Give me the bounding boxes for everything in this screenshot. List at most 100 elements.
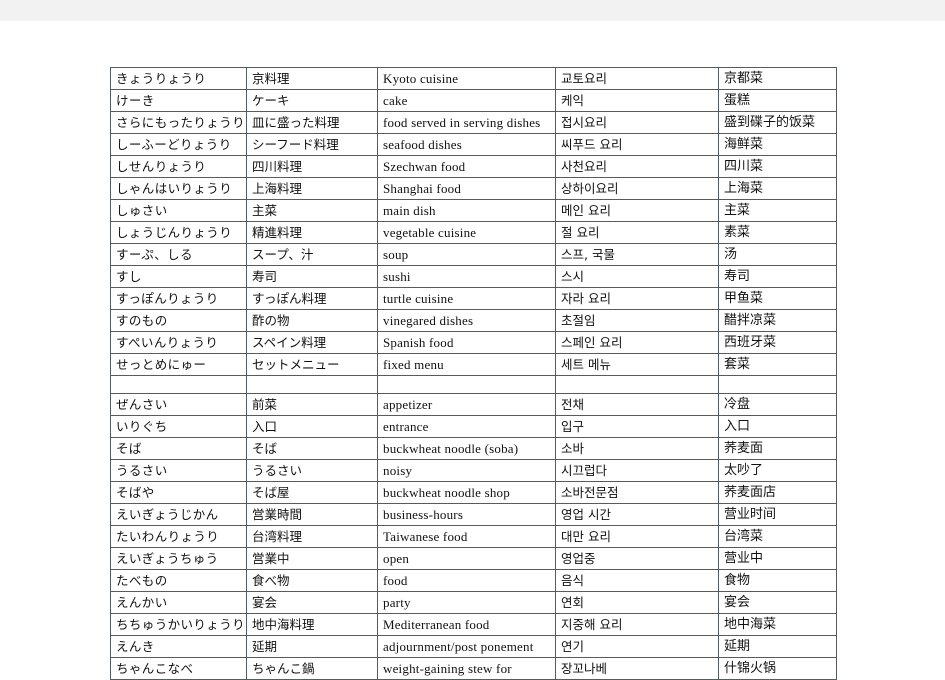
table-cell-english: Shanghai food: [377, 177, 556, 200]
table-cell-chinese: 套菜: [718, 353, 837, 376]
table-cell-korean: 영업중: [555, 547, 719, 570]
table-cell-kana: ちちゅうかいりょうり: [110, 613, 247, 636]
table-cell-chinese: 盛到碟子的饭菜: [718, 111, 837, 134]
table-cell-japanese: スープ、汁: [246, 243, 378, 266]
table-row: すぺいんりょうり スペイン料理 Spanish food 스페인 요리 西班牙菜: [110, 331, 837, 354]
table-cell-japanese: 上海料理: [246, 177, 378, 200]
table-row: えんき 延期 adjournment/post ponement 연기 延期: [110, 635, 837, 658]
table-cell-chinese: 寿司: [718, 265, 837, 288]
table-cell-kana: しせんりょうり: [110, 155, 247, 178]
table-cell-english: [377, 375, 556, 394]
table-cell-chinese: 宴会: [718, 591, 837, 614]
table-cell-korean: 초절임: [555, 309, 719, 332]
table-row: えいぎょうちゅう 営業中 open 영업중 营业中: [110, 547, 837, 570]
table-cell-korean: 전채: [555, 393, 719, 416]
table-cell-chinese: [718, 375, 837, 394]
table-cell-chinese: 冷盘: [718, 393, 837, 416]
table-cell-english: cake: [377, 89, 556, 112]
table-row: いりぐち 入口 entrance 입구 入口: [110, 415, 837, 438]
table-cell-korean: 절 요리: [555, 221, 719, 244]
table-cell-chinese: 荞麦面: [718, 437, 837, 460]
table-cell-japanese: [246, 375, 378, 394]
table-cell-korean: 접시요리: [555, 111, 719, 134]
table-row: しーふーどりょうり シーフード料理 seafood dishes 씨푸드 요리 海鲜菜: [110, 133, 837, 156]
table-cell-english: sushi: [377, 265, 556, 288]
table-row: えんかい 宴会 party 연회 宴会: [110, 591, 837, 614]
table-cell-chinese: 荞麦面店: [718, 481, 837, 504]
table-cell-english: buckwheat noodle shop: [377, 481, 556, 504]
table-row: しゅさい 主菜 main dish 메인 요리 主菜: [110, 199, 837, 222]
table-cell-kana: すっぽんりょうり: [110, 287, 247, 310]
table-cell-chinese: 延期: [718, 635, 837, 658]
table-row: たいわんりょうり 台湾料理 Taiwanese food 대만 요리 台湾菜: [110, 525, 837, 548]
table-cell-english: seafood dishes: [377, 133, 556, 156]
table-cell-korean: 입구: [555, 415, 719, 438]
table-row: すし 寿司 sushi 스시 寿司: [110, 265, 837, 288]
table-cell-english: main dish: [377, 199, 556, 222]
table-row: ぜんさい 前菜 appetizer 전채 冷盘: [110, 393, 837, 416]
vocabulary-table: きょうりょうり 京料理 Kyoto cuisine 교토요리 京都菜 けーき ケーキ cake…: [110, 67, 837, 680]
table-cell-japanese: シーフード料理: [246, 133, 378, 156]
table-row: えいぎょうじかん 営業時間 business-hours 영업 시간 营业时间: [110, 503, 837, 526]
table-cell-japanese: 延期: [246, 635, 378, 658]
table-cell-korean: 대만 요리: [555, 525, 719, 548]
table-row: たべもの 食べ物 food 음식 食物: [110, 569, 837, 592]
table-cell-kana: さらにもったりょうり: [110, 111, 247, 134]
table-cell-kana: すし: [110, 265, 247, 288]
table-cell-kana: すーぷ、しる: [110, 243, 247, 266]
table-cell-korean: 스페인 요리: [555, 331, 719, 354]
table-cell-japanese: 宴会: [246, 591, 378, 614]
vocabulary-table-body: きょうりょうり 京料理 Kyoto cuisine 교토요리 京都菜 けーき ケーキ cake…: [110, 67, 837, 680]
table-cell-korean: 자라 요리: [555, 287, 719, 310]
table-row: しょうじんりょうり 精進料理 vegetable cuisine 절 요리 素菜: [110, 221, 837, 244]
table-cell-english: entrance: [377, 415, 556, 438]
table-cell-japanese: そば屋: [246, 481, 378, 504]
table-cell-kana: えいぎょうちゅう: [110, 547, 247, 570]
table-cell-english: party: [377, 591, 556, 614]
table-cell-chinese: 四川菜: [718, 155, 837, 178]
table-cell-japanese: 四川料理: [246, 155, 378, 178]
table-cell-korean: 연회: [555, 591, 719, 614]
table-row: うるさい うるさい noisy 시끄럽다 太吵了: [110, 459, 837, 482]
table-cell-korean: 씨푸드 요리: [555, 133, 719, 156]
table-cell-korean: 음식: [555, 569, 719, 592]
table-cell-kana: しーふーどりょうり: [110, 133, 247, 156]
table-cell-japanese: うるさい: [246, 459, 378, 482]
table-cell-kana: けーき: [110, 89, 247, 112]
table-cell-english: food: [377, 569, 556, 592]
table-cell-chinese: 食物: [718, 569, 837, 592]
table-cell-english: open: [377, 547, 556, 570]
table-cell-japanese: 皿に盛った料理: [246, 111, 378, 134]
table-cell-kana: たいわんりょうり: [110, 525, 247, 548]
table-cell-kana: しょうじんりょうり: [110, 221, 247, 244]
table-cell-english: fixed menu: [377, 353, 556, 376]
table-row: そばや そば屋 buckwheat noodle shop 소바전문점 荞麦面店: [110, 481, 837, 504]
table-cell-japanese: 営業時間: [246, 503, 378, 526]
table-cell-kana: いりぐち: [110, 415, 247, 438]
table-cell-kana: えいぎょうじかん: [110, 503, 247, 526]
table-cell-japanese: そば: [246, 437, 378, 460]
table-cell-kana: すのもの: [110, 309, 247, 332]
table-row: そば そば buckwheat noodle (soba) 소바 荞麦面: [110, 437, 837, 460]
table-row: すーぷ、しる スープ、汁 soup 스프, 국물 汤: [110, 243, 837, 266]
table-cell-japanese: 寿司: [246, 265, 378, 288]
table-cell-kana: [110, 375, 247, 394]
table-cell-japanese: 主菜: [246, 199, 378, 222]
table-cell-korean: [555, 375, 719, 394]
table-cell-english: Spanish food: [377, 331, 556, 354]
table-row: けーき ケーキ cake 케익 蛋糕: [110, 89, 837, 112]
table-cell-chinese: 蛋糕: [718, 89, 837, 112]
table-row: すのもの 酢の物 vinegared dishes 초절임 醋拌凉菜: [110, 309, 837, 332]
table-cell-chinese: 太吵了: [718, 459, 837, 482]
table-cell-english: business-hours: [377, 503, 556, 526]
table-cell-english: Szechwan food: [377, 155, 556, 178]
table-cell-english: vegetable cuisine: [377, 221, 556, 244]
table-row: せっとめにゅー セットメニュー fixed menu 세트 메뉴 套菜: [110, 353, 837, 376]
table-cell-korean: 영업 시간: [555, 503, 719, 526]
table-cell-kana: うるさい: [110, 459, 247, 482]
table-cell-japanese: 台湾料理: [246, 525, 378, 548]
table-row: しゃんはいりょうり 上海料理 Shanghai food 상하이요리 上海菜: [110, 177, 837, 200]
table-cell-kana: そば: [110, 437, 247, 460]
document-page: きょうりょうり 京料理 Kyoto cuisine 교토요리 京都菜 けーき ケーキ cake…: [0, 21, 945, 680]
table-cell-chinese: 京都菜: [718, 67, 837, 90]
